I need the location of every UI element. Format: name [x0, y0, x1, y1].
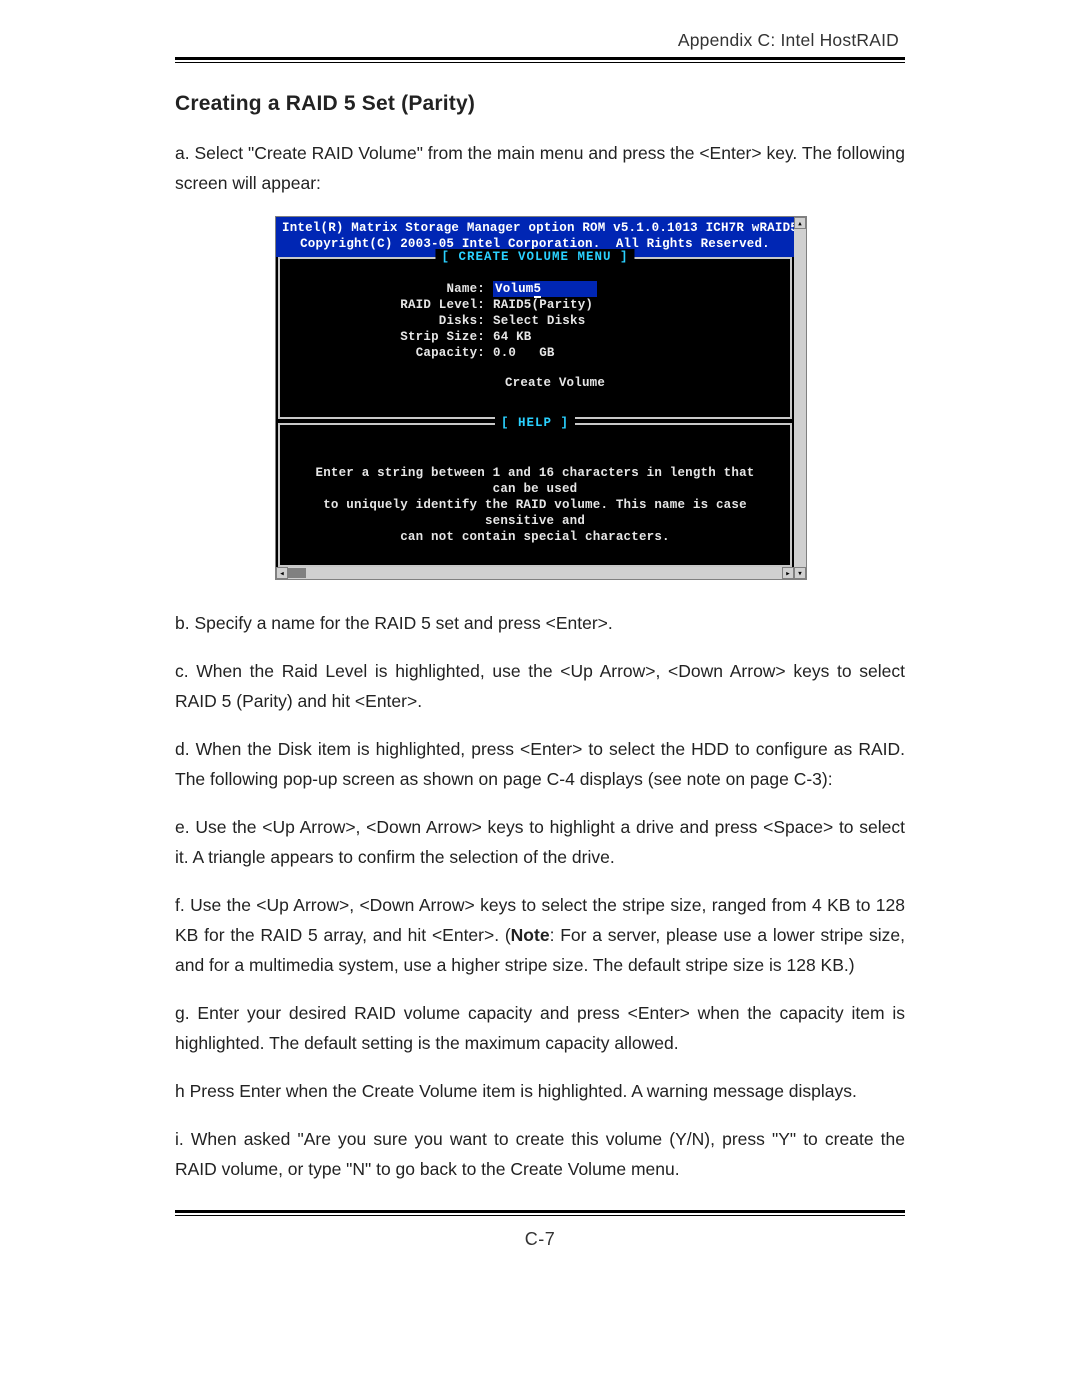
- bios-header-line1: Intel(R) Matrix Storage Manager option R…: [282, 220, 788, 236]
- field-disks-value: Select Disks: [493, 313, 585, 329]
- field-name-value: Volum5: [493, 281, 597, 297]
- field-name-label: Name:: [290, 281, 493, 297]
- field-capacity-label: Capacity:: [290, 345, 493, 361]
- running-head: Appendix C: Intel HostRAID: [175, 30, 905, 51]
- help-line2: to uniquely identify the RAID volume. Th…: [308, 497, 762, 529]
- create-volume-menu-caption: [ CREATE VOLUME MENU ]: [435, 249, 634, 265]
- step-i: i. When asked "Are you sure you want to …: [175, 1124, 905, 1184]
- step-f: f. Use the <Up Arrow>, <Down Arrow> keys…: [175, 890, 905, 980]
- bios-hscrollbar: ◂ ▸: [276, 567, 794, 579]
- field-strip-size-label: Strip Size:: [290, 329, 493, 345]
- name-value-text: Volum: [495, 282, 534, 296]
- help-line1: Enter a string between 1 and 16 characte…: [308, 465, 762, 497]
- field-strip-size-value: 64 KB: [493, 329, 532, 345]
- help-text: Enter a string between 1 and 16 characte…: [290, 433, 780, 555]
- help-box: [ HELP ] Enter a string between 1 and 16…: [278, 423, 792, 567]
- step-e: e. Use the <Up Arrow>, <Down Arrow> keys…: [175, 812, 905, 872]
- step-f-note-label: Note: [511, 925, 550, 945]
- bottom-rule: [175, 1210, 905, 1215]
- scroll-up-icon: ▴: [794, 217, 806, 229]
- scroll-down-icon: ▾: [794, 567, 806, 579]
- step-d: d. When the Disk item is highlighted, pr…: [175, 734, 905, 794]
- help-caption: [ HELP ]: [495, 415, 575, 431]
- intro-paragraph: a. Select "Create RAID Volume" from the …: [175, 138, 905, 198]
- bios-screenshot: ▴ ▾ ◂ ▸ Intel(R) Matrix Storage Manager …: [275, 216, 805, 580]
- bios-vscrollbar: ▴ ▾: [794, 217, 806, 579]
- field-raid-level-value: RAID5(Parity): [493, 297, 593, 313]
- field-disks: Disks: Select Disks: [290, 313, 780, 329]
- help-line3: can not contain special characters.: [308, 529, 762, 545]
- step-b: b. Specify a name for the RAID 5 set and…: [175, 608, 905, 638]
- step-c: c. When the Raid Level is highlighted, u…: [175, 656, 905, 716]
- field-raid-level: RAID Level: RAID5(Parity): [290, 297, 780, 313]
- create-volume-action: Create Volume: [290, 361, 780, 407]
- field-disks-label: Disks:: [290, 313, 493, 329]
- field-raid-level-label: RAID Level:: [290, 297, 493, 313]
- name-value-cursor: 5: [534, 282, 542, 298]
- field-capacity-value: 0.0 GB: [493, 345, 555, 361]
- scroll-right-icon: ▸: [782, 567, 794, 579]
- page-number: C-7: [175, 1229, 905, 1250]
- field-strip-size: Strip Size: 64 KB: [290, 329, 780, 345]
- step-g: g. Enter your desired RAID volume capaci…: [175, 998, 905, 1058]
- hscroll-thumb: [288, 568, 306, 578]
- create-volume-menu-box: [ CREATE VOLUME MENU ] Name: Volum5 RAID…: [278, 257, 792, 419]
- field-capacity: Capacity: 0.0 GB: [290, 345, 780, 361]
- scroll-left-icon: ◂: [276, 567, 288, 579]
- section-title: Creating a RAID 5 Set (Parity): [175, 92, 905, 116]
- step-h: h Press Enter when the Create Volume ite…: [175, 1076, 905, 1106]
- field-name: Name: Volum5: [290, 281, 780, 297]
- top-rule: [175, 57, 905, 62]
